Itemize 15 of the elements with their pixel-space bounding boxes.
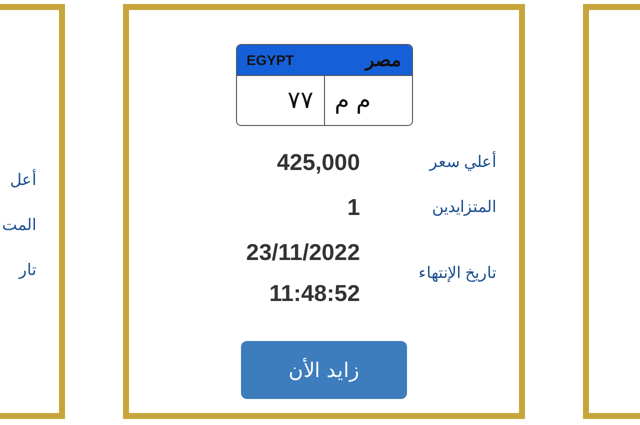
- bid-button[interactable]: زايد الأن: [241, 341, 407, 399]
- info-label: تاريخ الإنتهاء: [418, 264, 496, 284]
- info-label: المتزايدين: [431, 198, 496, 218]
- info-value: 11:48:52: [269, 279, 360, 308]
- plate-number: ٧٧: [236, 76, 324, 125]
- plate-country-text: EGYPT: [246, 52, 294, 68]
- plate-letters: م م: [334, 86, 372, 116]
- plate-country-text: مصر: [366, 49, 402, 71]
- info-label: أعلي سعر: [378, 142, 496, 183]
- info-value: 425,000: [276, 148, 360, 177]
- info-label: أعل: [0, 160, 36, 201]
- info-value: 1: [347, 193, 360, 222]
- info-value: 23/11/2022: [246, 238, 360, 267]
- info-label: المت: [1, 216, 36, 236]
- info-label: تار: [17, 261, 36, 281]
